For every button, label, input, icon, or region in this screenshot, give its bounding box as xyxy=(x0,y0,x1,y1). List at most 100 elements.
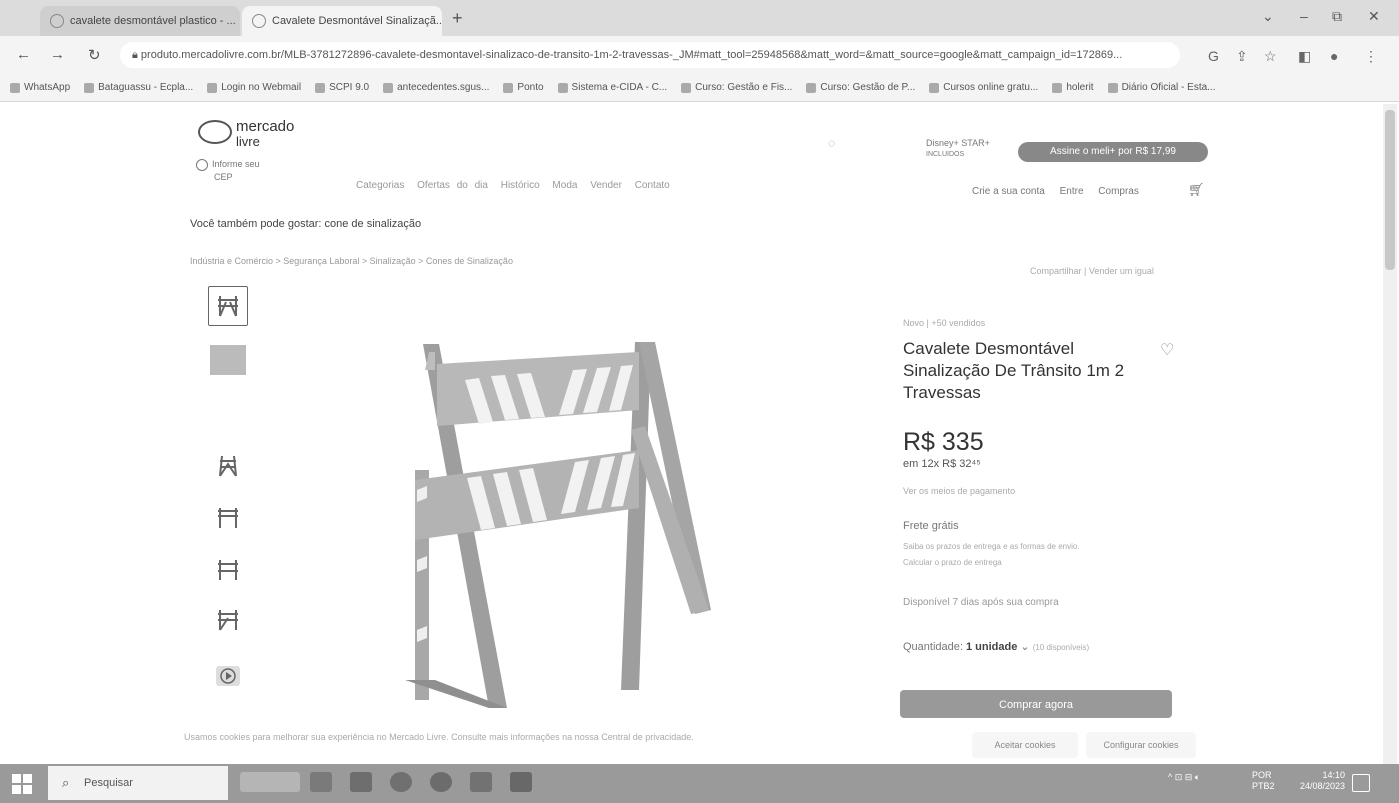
side-panel-icon[interactable]: ◧ xyxy=(1298,48,1311,65)
bookmark-item[interactable]: Sistema e-CIDA - C... xyxy=(557,82,667,93)
nav-ofertas[interactable]: Ofertas do dia xyxy=(417,180,488,191)
thumbnail-barrier-selected[interactable] xyxy=(208,286,248,326)
bookmark-icon xyxy=(806,82,817,93)
login-link[interactable]: Entre xyxy=(1060,186,1084,197)
share-sell-links[interactable]: Compartilhar | Vender um igual xyxy=(1030,266,1154,276)
bookmark-item[interactable]: SCPI 9.0 xyxy=(315,82,369,93)
share-icon[interactable]: ⇪ xyxy=(1236,48,1248,65)
barrier-thumbnail-icon xyxy=(218,508,238,528)
back-arrow-icon[interactable]: ← xyxy=(16,46,31,63)
breadcrumb[interactable]: Indústria e Comércio > Segurança Laboral… xyxy=(190,256,513,266)
maximize-button[interactable]: ⧉ xyxy=(1332,8,1342,25)
google-lens-icon[interactable]: G xyxy=(1208,48,1219,64)
disney-star-promo[interactable]: Disney+ STAR+ INCLUIDOS xyxy=(926,138,990,158)
nav-moda[interactable]: Moda xyxy=(552,180,577,191)
configure-cookies-button[interactable]: Configurar cookies xyxy=(1086,732,1196,758)
thumbnail-video[interactable] xyxy=(208,656,248,696)
barrier-thumbnail-icon xyxy=(218,610,238,631)
bookmark-item[interactable]: Bataguassu - Ecpla... xyxy=(84,82,193,93)
bookmark-icon xyxy=(10,82,20,93)
bookmark-icon xyxy=(503,82,514,93)
thumbnail-barrier-3[interactable] xyxy=(208,498,248,538)
favorite-heart-icon[interactable]: ♡ xyxy=(1160,340,1174,360)
bookmark-item[interactable]: WhatsApp xyxy=(10,82,70,93)
nav-vender[interactable]: Vender xyxy=(590,180,622,191)
create-account-link[interactable]: Crie a sua conta xyxy=(972,186,1045,197)
profile-avatar-icon[interactable]: ● xyxy=(1330,48,1338,64)
chevron-down-icon: ⌄ xyxy=(1020,641,1030,653)
thumbnail-barrier-5[interactable] xyxy=(208,600,248,640)
menu-kebab-icon[interactable]: ⋮ xyxy=(1364,48,1378,65)
chrome-icon[interactable] xyxy=(390,772,412,792)
category-nav: Categorias Ofertas do dia Histórico Moda… xyxy=(356,180,676,191)
google-favicon-icon xyxy=(50,14,64,28)
notification-center-icon[interactable] xyxy=(1352,774,1370,792)
product-title: Cavalete Desmontável Sinalização De Trân… xyxy=(903,339,1125,402)
nav-historico[interactable]: Histórico xyxy=(501,180,540,191)
traffic-barrier-illustration xyxy=(405,342,711,708)
payment-methods-link[interactable]: Ver os meios de pagamento xyxy=(903,486,1015,496)
quantity-available: (10 disponíveis) xyxy=(1032,643,1090,652)
system-tray-icons[interactable]: ^ ⊡ ⊟ 🔈︎ xyxy=(1168,772,1200,783)
tab-label: cavalete desmontável plastico - ... xyxy=(70,15,236,27)
account-links: Crie a sua conta Entre Compras xyxy=(972,186,1151,197)
thumbnail-barrier-4[interactable] xyxy=(208,550,248,590)
thumbnail-label-image[interactable] xyxy=(208,340,248,380)
location-pin-icon xyxy=(196,158,208,171)
search-icon: ⌕ xyxy=(62,775,70,790)
bookmark-item[interactable]: Curso: Gestão de P... xyxy=(806,82,915,93)
purchases-link[interactable]: Compras xyxy=(1098,186,1139,197)
tab-product-page[interactable]: Cavalete Desmontável Sinalizaçã... ✕ xyxy=(242,6,442,36)
taskbar-search-placeholder: Pesquisar xyxy=(84,777,133,789)
loading-spinner-icon: ◌ xyxy=(828,136,836,150)
mercadolivre-favicon-icon xyxy=(252,14,266,28)
windows-start-icon[interactable] xyxy=(12,774,32,794)
bookmark-icon xyxy=(1107,82,1118,93)
accept-cookies-button[interactable]: Aceitar cookies xyxy=(972,732,1078,758)
bookmark-item[interactable]: Login no Webmail xyxy=(207,82,301,93)
reload-icon[interactable]: ↻ xyxy=(88,46,101,64)
nav-contato[interactable]: Contato xyxy=(635,180,670,191)
bookmark-star-icon[interactable]: ☆ xyxy=(1264,48,1277,65)
bookmark-item[interactable]: Cursos online gratu... xyxy=(929,82,1038,93)
forward-arrow-icon[interactable]: → xyxy=(50,46,65,63)
close-window-button[interactable]: ✕ xyxy=(1368,8,1380,25)
cep-selector[interactable]: Informe seu CEP xyxy=(196,158,260,183)
taskbar-search-input[interactable]: ⌕ Pesquisar xyxy=(48,766,228,800)
bookmark-item[interactable]: Ponto xyxy=(503,82,544,93)
play-video-icon xyxy=(216,666,240,686)
mercadolivre-logo[interactable]: mercado livre xyxy=(198,116,318,150)
taskbar-clock[interactable]: 14:10 24/08/2023 xyxy=(1300,770,1345,792)
minimize-button[interactable]: – xyxy=(1300,8,1308,24)
bookmarks-bar: WhatsApp Bataguassu - Ecpla... Login no … xyxy=(0,74,1399,102)
bookmark-item[interactable]: holerit xyxy=(1052,82,1094,93)
file-explorer-icon[interactable] xyxy=(350,772,372,792)
bookmark-icon xyxy=(315,82,326,93)
scrollbar-thumb[interactable] xyxy=(1385,110,1395,270)
bookmark-item[interactable]: antecedentes.sgus... xyxy=(383,82,489,93)
thumbnail-barrier-2[interactable] xyxy=(208,446,248,486)
cart-icon[interactable]: 🛒︎ xyxy=(1188,182,1205,198)
quantity-selector[interactable]: Quantidade: 1 unidade ⌄ (10 disponíveis) xyxy=(903,640,1089,653)
taskbar-landscape-widget-icon[interactable] xyxy=(240,772,300,792)
close-tab-icon[interactable]: ✕ xyxy=(236,14,240,28)
url-input[interactable]: 🔒︎ produto.mercadolivre.com.br/MLB-37812… xyxy=(120,42,1180,68)
meli-plus-subscribe-banner[interactable]: Assine o meli+ por R$ 17,99 xyxy=(1018,142,1208,162)
task-view-icon[interactable] xyxy=(310,772,332,792)
bookmark-item[interactable]: Diário Oficial - Esta... xyxy=(1107,82,1216,93)
nav-categorias[interactable]: Categorias xyxy=(356,180,404,191)
photos-icon[interactable] xyxy=(510,772,532,792)
buy-now-button[interactable]: Comprar agora xyxy=(900,690,1172,718)
language-indicator[interactable]: POR PTB2 xyxy=(1252,770,1275,792)
store-icon[interactable] xyxy=(470,772,492,792)
bookmark-item[interactable]: Curso: Gestão e Fis... xyxy=(681,82,792,93)
edge-icon[interactable] xyxy=(430,772,452,792)
calculate-delivery-link[interactable]: Calcular o prazo de entrega xyxy=(903,558,1002,567)
tab-search-results[interactable]: cavalete desmontável plastico - ... ✕ xyxy=(40,6,240,36)
bookmark-icon xyxy=(557,82,568,93)
tab-search-dropdown-icon[interactable]: ⌄ xyxy=(1262,8,1274,25)
quantity-value: 1 unidade xyxy=(966,641,1018,653)
product-main-image[interactable] xyxy=(395,330,725,710)
suggestion-text[interactable]: Você também pode gostar: cone de sinaliz… xyxy=(190,218,421,230)
new-tab-button[interactable]: + xyxy=(452,8,463,29)
